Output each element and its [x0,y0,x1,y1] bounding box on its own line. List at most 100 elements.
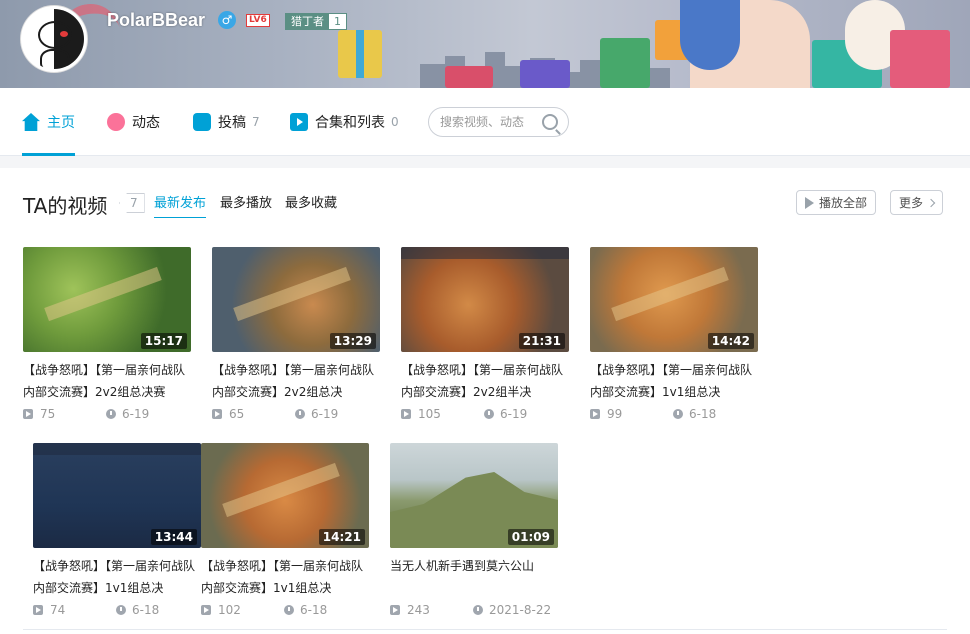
video-title[interactable]: 【战争怒吼】【第一届亲何战队内部交流赛】1v1组总决 [590,359,758,403]
upload-date: 6-18 [132,603,160,617]
medal-name: 猎丁者 [286,14,329,29]
video-card[interactable]: 14:21 【战争怒吼】【第一届亲何战队内部交流赛】1v1组总决 102 6-1… [201,443,369,621]
view-count: 105 [418,407,441,421]
more-label: 更多 [899,196,924,210]
video-thumbnail[interactable]: 21:31 [401,247,569,352]
play-count-icon [590,409,600,419]
more-button[interactable]: 更多 [890,190,944,215]
upload-date: 6-18 [689,407,717,421]
video-title[interactable]: 【战争怒吼】【第一届亲何战队内部交流赛】1v1组总决 [33,555,201,599]
play-count-icon [33,605,43,615]
tab-latest[interactable]: 最新发布 [154,192,207,218]
video-thumbnail[interactable]: 13:29 [212,247,380,352]
divider [23,629,947,630]
upload-date: 2021-8-22 [489,603,552,617]
tab-home-label: 主页 [47,115,75,131]
tab-collections-label: 合集和列表 [315,115,385,131]
video-meta: 105 6-19 [401,403,569,425]
video-card[interactable]: 14:42 【战争怒吼】【第一届亲何战队内部交流赛】1v1组总决 99 6-18 [590,247,758,425]
clock-icon [116,605,126,615]
section-title: TA的视频 [23,194,108,218]
video-duration: 01:09 [507,529,554,545]
gift-box-decoration [600,38,650,88]
video-card[interactable]: 21:31 【战争怒吼】【第一届亲何战队内部交流赛】2v2组半决 105 6-1… [401,247,569,425]
play-count-icon [390,605,400,615]
view-count: 99 [607,407,623,421]
play-all-label: 播放全部 [819,196,868,210]
upload-date: 6-19 [500,407,528,421]
videos-panel: TA的视频 7 最新发布 最多播放 最多收藏 播放全部 更多 15:17 【战争… [0,168,970,634]
video-meta: 99 6-18 [590,403,758,425]
collections-count: 0 [391,115,399,129]
video-title[interactable]: 当无人机新手遇到莫六公山 [390,555,558,599]
level-badge: LV6 [246,14,270,27]
profile-banner: PolarBBear ♂ LV6 猎丁者 1 [0,0,970,88]
clock-icon [484,409,494,419]
video-thumbnail[interactable]: 01:09 [390,443,558,548]
tab-most-favorited[interactable]: 最多收藏 [285,192,337,218]
clock-icon [106,409,116,419]
video-meta: 102 6-18 [201,599,369,621]
posts-icon [193,113,211,131]
video-thumbnail[interactable]: 15:17 [23,247,191,352]
tab-posts-label: 投稿 [218,115,246,131]
clock-icon [473,605,483,615]
video-duration: 13:44 [150,529,197,545]
tab-posts[interactable]: 投稿 7 [193,88,260,156]
upload-date: 6-19 [311,407,339,421]
video-title[interactable]: 【战争怒吼】【第一届亲何战队内部交流赛】2v2组总决赛 [23,359,191,403]
play-count-icon [212,409,222,419]
video-thumbnail[interactable]: 13:44 [33,443,201,548]
view-count: 75 [40,407,56,421]
tab-collections[interactable]: 合集和列表 0 [290,88,399,156]
search-icon[interactable] [542,114,558,130]
video-thumbnail[interactable]: 14:42 [590,247,758,352]
view-count: 243 [407,603,430,617]
upload-date: 6-18 [300,603,328,617]
video-duration: 13:29 [329,333,376,349]
tab-most-played[interactable]: 最多播放 [220,192,272,218]
posts-count: 7 [252,115,260,129]
clock-icon [284,605,294,615]
collections-icon [290,113,308,131]
video-meta: 243 2021-8-22 [390,599,558,621]
dynamic-icon [107,113,125,131]
video-card[interactable]: 13:29 【战争怒吼】【第一届亲何战队内部交流赛】2v2组总决 65 6-19 [212,247,380,425]
search-box [428,107,569,137]
tab-dynamic-label: 动态 [132,115,160,131]
video-meta: 75 6-19 [23,403,191,425]
video-meta: 65 6-19 [212,403,380,425]
video-title[interactable]: 【战争怒吼】【第一届亲何战队内部交流赛】2v2组总决 [212,359,380,403]
fan-medal[interactable]: 猎丁者 1 [285,13,347,30]
play-count-icon [401,409,411,419]
video-duration: 21:31 [518,333,565,349]
video-card[interactable]: 01:09 当无人机新手遇到莫六公山 243 2021-8-22 [390,443,558,621]
video-title[interactable]: 【战争怒吼】【第一届亲何战队内部交流赛】1v1组总决 [201,555,369,599]
clock-icon [295,409,305,419]
gift-box-decoration [520,60,570,88]
tab-home[interactable]: 主页 [22,88,75,156]
play-all-button[interactable]: 播放全部 [796,190,877,215]
banner-character [680,0,810,88]
video-card[interactable]: 13:44 【战争怒吼】【第一届亲何战队内部交流赛】1v1组总决 74 6-18 [33,443,201,621]
view-count: 74 [50,603,66,617]
view-count: 102 [218,603,241,617]
male-gender-icon: ♂ [218,11,236,29]
search-input[interactable] [440,115,536,129]
tab-dynamic[interactable]: 动态 [107,88,160,156]
video-count-badge: 7 [119,193,145,213]
medal-level: 1 [329,14,346,29]
gift-box-decoration [890,30,950,88]
video-thumbnail[interactable]: 14:21 [201,443,369,548]
upload-date: 6-19 [122,407,150,421]
video-card[interactable]: 15:17 【战争怒吼】【第一届亲何战队内部交流赛】2v2组总决赛 75 6-1… [23,247,191,425]
clock-icon [673,409,683,419]
home-icon [22,113,40,131]
video-duration: 15:17 [140,333,187,349]
video-title[interactable]: 【战争怒吼】【第一届亲何战队内部交流赛】2v2组半决 [401,359,569,403]
gift-box-decoration [338,30,382,78]
video-duration: 14:21 [318,529,365,545]
profile-nav: 主页 动态 投稿 7 合集和列表 0 [0,88,970,156]
chevron-right-icon [926,198,936,207]
avatar[interactable] [21,6,87,72]
